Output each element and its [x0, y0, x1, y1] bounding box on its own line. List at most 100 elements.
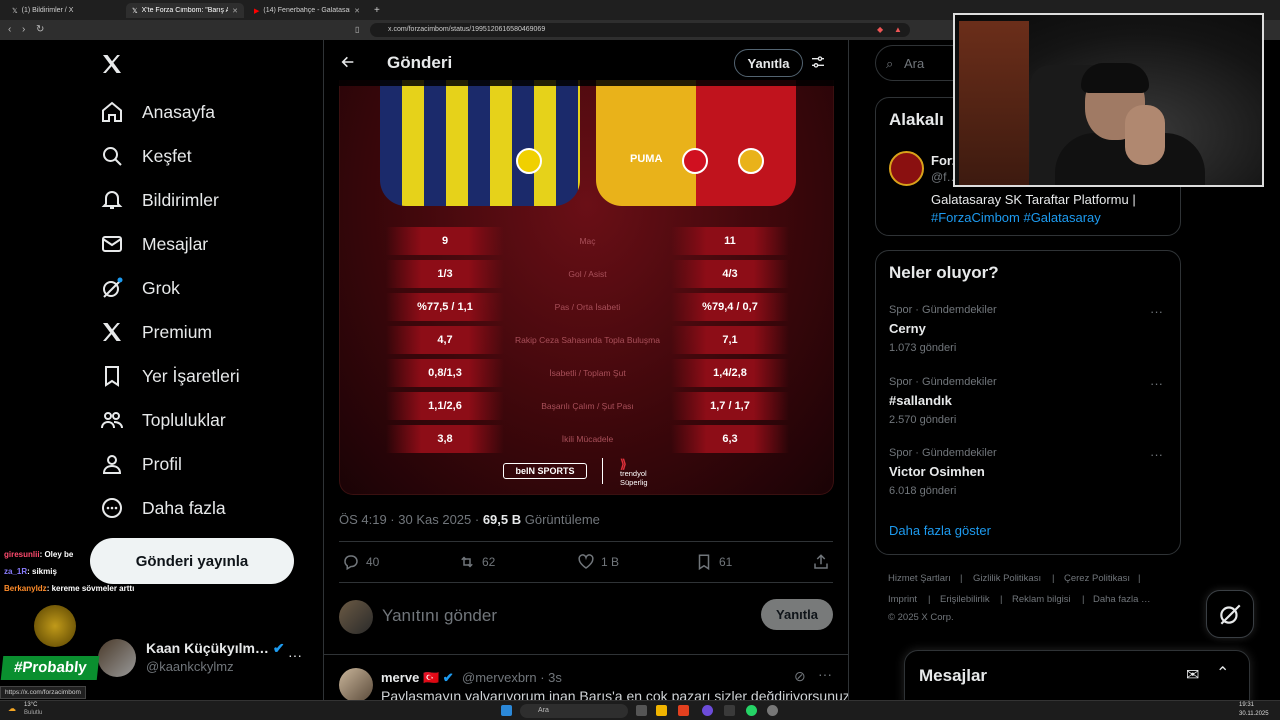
sidebar-item-profile[interactable]: Profil — [100, 452, 182, 476]
stat-left: 3,8 — [386, 425, 504, 453]
footer-link[interactable]: Daha fazla … — [1093, 594, 1151, 605]
close-tab-icon[interactable]: ✕ — [232, 7, 238, 15]
grok-fab-button[interactable] — [1206, 590, 1254, 638]
more-dots-icon[interactable]: ··· — [1150, 376, 1163, 391]
post-time[interactable]: ÖS 4:19 · 30 Kas 2025 · — [339, 512, 483, 527]
trendyol-superlig-logo: ⟫ trendyol Süperlig — [620, 457, 648, 487]
stat-left: 1/3 — [386, 260, 504, 288]
new-message-icon[interactable]: ✉ — [1186, 665, 1199, 685]
footer-link[interactable]: Imprint — [888, 594, 917, 605]
footer-link[interactable]: Çerez Politikası — [1064, 573, 1130, 584]
sidebar-item-bookmarks[interactable]: Yer İşaretleri — [100, 364, 240, 388]
whatsapp-icon[interactable] — [746, 705, 757, 716]
footer-link[interactable]: Hizmet Şartları — [888, 573, 951, 584]
sidebar-item-grok[interactable]: Grok — [100, 276, 180, 300]
reply-author[interactable]: merve 🇹🇷 ✔ — [381, 670, 454, 686]
sidebar-item-explore[interactable]: Keşfet — [100, 144, 192, 168]
more-dots-icon[interactable]: ··· — [818, 666, 832, 682]
sidebar-item-label: Mesajlar — [142, 233, 209, 254]
grok-icon[interactable]: ⊘ — [794, 668, 806, 685]
forward-icon[interactable]: › — [22, 24, 25, 35]
browser-tab[interactable]: 𝕏 (1) Bildirimler / X — [6, 3, 124, 18]
app-icon[interactable] — [724, 705, 735, 716]
task-view-icon[interactable] — [636, 705, 647, 716]
discord-icon[interactable] — [702, 705, 713, 716]
bookmark-action[interactable]: 61 — [695, 553, 732, 571]
grok-icon — [103, 277, 123, 298]
close-tab-icon[interactable]: ✕ — [354, 7, 360, 15]
divider — [339, 541, 833, 542]
messages-drawer[interactable]: Mesajlar ✉ ⌃ — [904, 650, 1250, 704]
verified-badge-icon: ✔ — [442, 670, 454, 685]
x-icon — [103, 323, 121, 341]
back-icon[interactable]: ‹ — [8, 24, 11, 35]
x-logo-icon: 𝕏 — [132, 7, 138, 15]
sidebar-item-label: Profil — [142, 453, 182, 474]
home-icon — [102, 101, 122, 122]
new-tab-button[interactable]: + — [368, 3, 388, 18]
trends-title: Neler oluyor? — [889, 263, 999, 282]
stat-right: %79,4 / 0,7 — [671, 293, 789, 321]
stat-label: Rakip Ceza Sahasında Topla Buluşma — [515, 335, 660, 345]
page-title: Gönderi — [387, 53, 453, 72]
reply-icon — [344, 555, 358, 571]
fenerbahce-crest-icon — [516, 148, 542, 174]
clock-date[interactable]: 30.11.2025 — [1239, 711, 1269, 717]
back-arrow-icon[interactable] — [340, 54, 356, 75]
file-explorer-icon[interactable] — [656, 705, 667, 716]
account-switcher[interactable]: Kaan Küçükyılm… ✔ @kaankckylmz ··· — [98, 637, 313, 681]
post-button[interactable]: Gönderi yayınla — [90, 538, 294, 584]
envelope-icon — [102, 236, 122, 252]
more-dots-icon[interactable]: ··· — [1150, 304, 1163, 319]
brave-browser-icon[interactable] — [678, 705, 689, 716]
windows-start-icon[interactable] — [501, 705, 512, 716]
more-dots-icon[interactable]: ··· — [1150, 447, 1163, 462]
reply-input[interactable]: Yanıtını gönder — [382, 606, 497, 626]
trend-item[interactable]: Spor · Gündemdekiler Cerny 1.073 gönderi… — [889, 304, 1169, 354]
hashtag-link[interactable]: #ForzaCimbom #Galatasaray — [931, 209, 1171, 227]
forza-cimbom-avatar[interactable] — [889, 151, 924, 186]
bookmark-page-icon[interactable]: ▯ — [355, 25, 359, 34]
sidebar-item-messages[interactable]: Mesajlar — [100, 232, 208, 256]
more-dots-icon[interactable]: ··· — [288, 647, 302, 663]
divider — [602, 458, 603, 484]
bell-icon — [101, 191, 123, 209]
bookmark-count: 61 — [719, 555, 733, 569]
sidebar-item-notifications[interactable]: Bildirimler — [100, 188, 219, 212]
browser-tab[interactable]: ▶ (14) Fenerbahçe - Galatasaray Derbi… ✕ — [248, 3, 366, 18]
like-action[interactable]: 1 B — [577, 553, 619, 571]
brave-shield-icon[interactable]: ◆ — [877, 25, 883, 34]
x-logo-icon[interactable] — [100, 52, 124, 81]
trendyol-mark-icon: ⟫ — [620, 457, 627, 471]
reload-icon[interactable]: ↻ — [36, 24, 44, 35]
more-circle-icon — [102, 498, 122, 518]
sidebar-item-more[interactable]: Daha fazla — [100, 496, 226, 520]
post-image-stats[interactable]: PUMA 9 Maç 11 1/3 Gol / Asist 4/3 %77,5 … — [339, 80, 834, 495]
taskbar-search[interactable]: Ara — [520, 704, 628, 718]
sidebar-item-label: Daha fazla — [142, 497, 226, 518]
show-more-link[interactable]: Daha fazla göster — [889, 523, 991, 538]
repost-action[interactable]: 62 — [458, 553, 495, 571]
url-field[interactable]: x.com/forzacimbom/status/199512061658046… — [370, 23, 910, 37]
footer-link[interactable]: Reklam bilgisi — [1012, 594, 1071, 605]
share-action[interactable] — [812, 553, 830, 571]
footer-link[interactable]: Gizlilik Politikası — [973, 573, 1041, 584]
reply-button-top[interactable]: Yanıtla — [734, 49, 803, 77]
sidebar-item-label: Grok — [142, 277, 180, 298]
browser-tab-active[interactable]: 𝕏 X'te Forza Cimbom: "Barış Alper… ✕ — [126, 3, 244, 18]
sidebar-item-premium[interactable]: Premium — [100, 320, 212, 344]
sliders-icon[interactable] — [810, 54, 826, 75]
clock-time: 19:31 — [1239, 702, 1255, 708]
footer-link[interactable]: Erişilebilirlik — [940, 594, 990, 605]
trend-item[interactable]: Spor · Gündemdekiler Victor Osimhen 6.01… — [889, 447, 1169, 497]
divider — [324, 654, 848, 655]
chevron-up-icon[interactable]: ⌃ — [1216, 663, 1229, 683]
brave-rewards-icon[interactable]: ▲ — [894, 25, 902, 34]
verified-badge-icon: ✔ — [272, 640, 285, 656]
sidebar-item-home[interactable]: Anasayfa — [100, 100, 215, 124]
sidebar-item-communities[interactable]: Topluluklar — [100, 408, 226, 432]
reply-action[interactable]: 40 — [342, 553, 379, 571]
reply-submit-button[interactable]: Yanıtla — [761, 599, 833, 630]
obs-icon[interactable] — [767, 705, 778, 716]
trend-item[interactable]: Spor · Gündemdekiler #sallandık 2.570 gö… — [889, 376, 1169, 426]
